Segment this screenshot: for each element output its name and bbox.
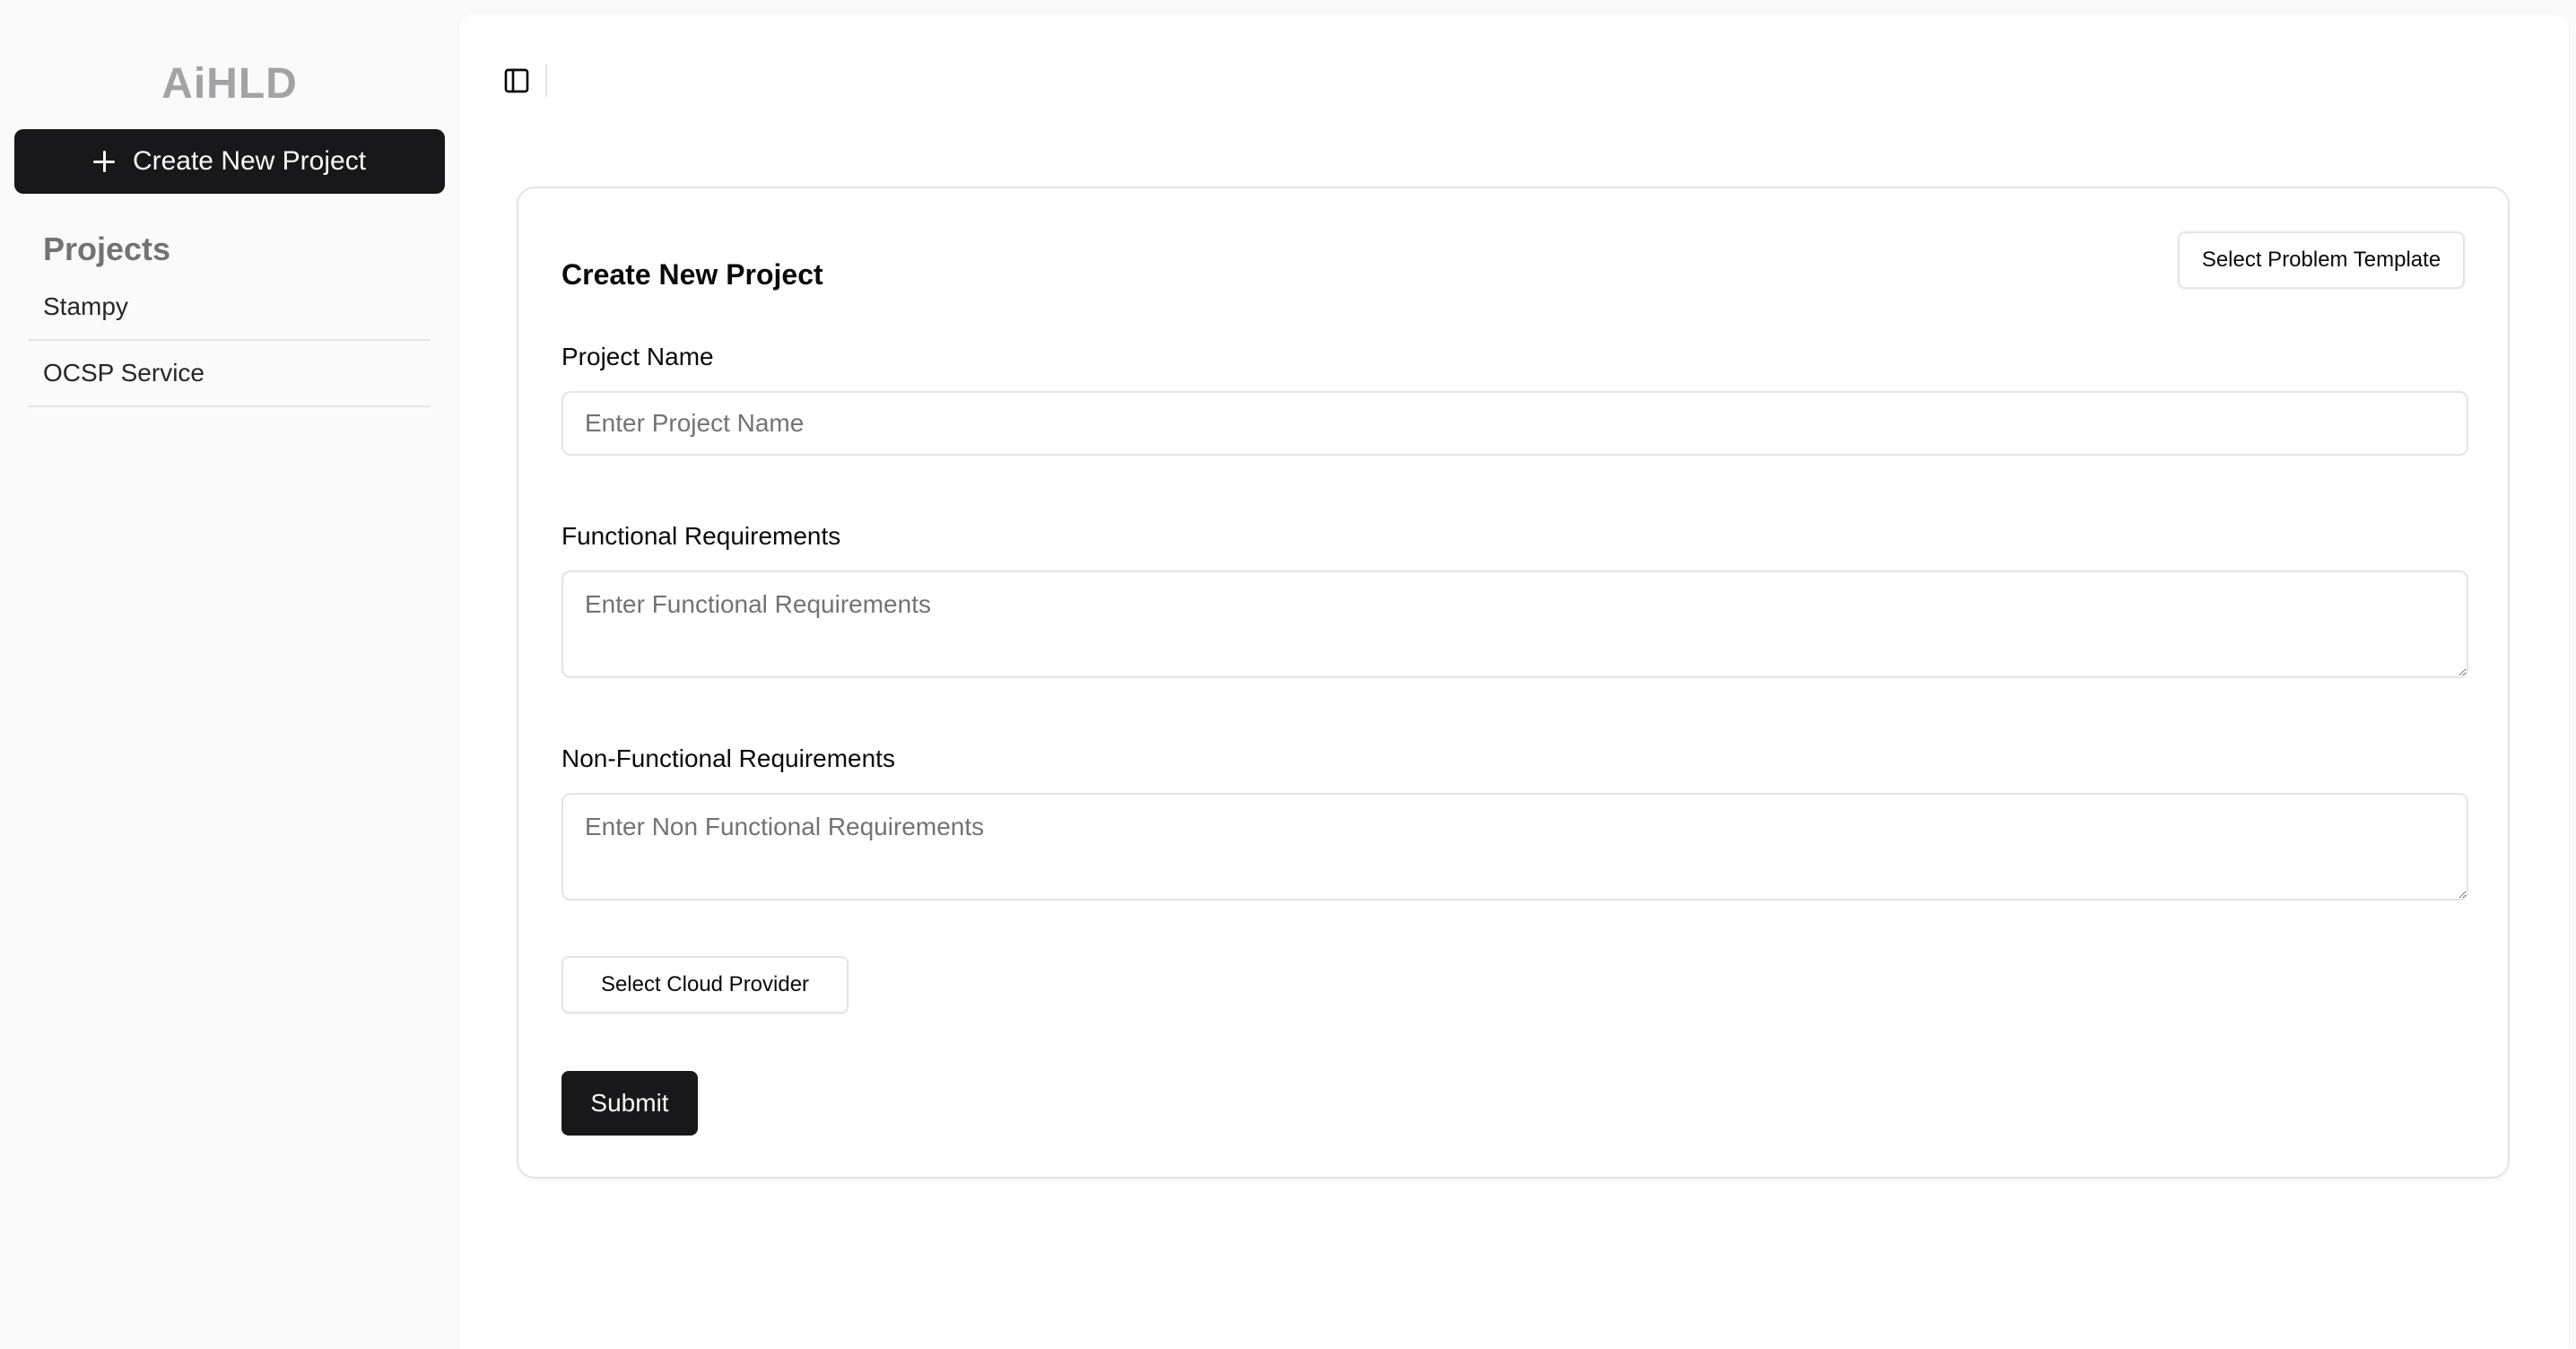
- non-functional-requirements-textarea[interactable]: [561, 793, 2468, 901]
- create-new-project-button[interactable]: Create New Project: [14, 129, 445, 194]
- submit-button[interactable]: Submit: [561, 1071, 698, 1136]
- project-item-label: Stampy: [43, 292, 128, 320]
- plus-icon: [92, 151, 115, 172]
- project-list: Stampy OCSP Service: [29, 274, 431, 407]
- project-name-input[interactable]: [561, 391, 2468, 456]
- app-root: AiHLD Create New Project Projects Stampy…: [0, 0, 2576, 1349]
- create-new-project-label: Create New Project: [132, 146, 367, 176]
- sidebar: AiHLD Create New Project Projects Stampy…: [0, 0, 459, 1349]
- project-name-label: Project Name: [561, 343, 714, 370]
- main-panel: Create New Project Select Problem Templa…: [459, 14, 2569, 1349]
- select-problem-template-button[interactable]: Select Problem Template: [2178, 231, 2465, 289]
- functional-requirements-textarea[interactable]: [561, 570, 2468, 678]
- toolbar-divider: [545, 65, 547, 97]
- project-item-label: OCSP Service: [43, 359, 205, 387]
- sidebar-toggle-button[interactable]: [492, 56, 542, 106]
- functional-requirements-label: Functional Requirements: [561, 522, 841, 550]
- sidebar-item-ocsp-service[interactable]: OCSP Service: [29, 341, 431, 407]
- projects-heading: Projects: [43, 231, 171, 267]
- brand-logo: AiHLD: [161, 60, 298, 108]
- card-title: Create New Project: [561, 258, 823, 291]
- select-cloud-provider-button[interactable]: Select Cloud Provider: [561, 956, 849, 1014]
- sidebar-item-stampy[interactable]: Stampy: [29, 274, 431, 341]
- sidebar-panel-icon: [504, 68, 529, 93]
- create-project-card: Create New Project Select Problem Templa…: [517, 187, 2510, 1179]
- non-functional-requirements-label: Non-Functional Requirements: [561, 744, 895, 772]
